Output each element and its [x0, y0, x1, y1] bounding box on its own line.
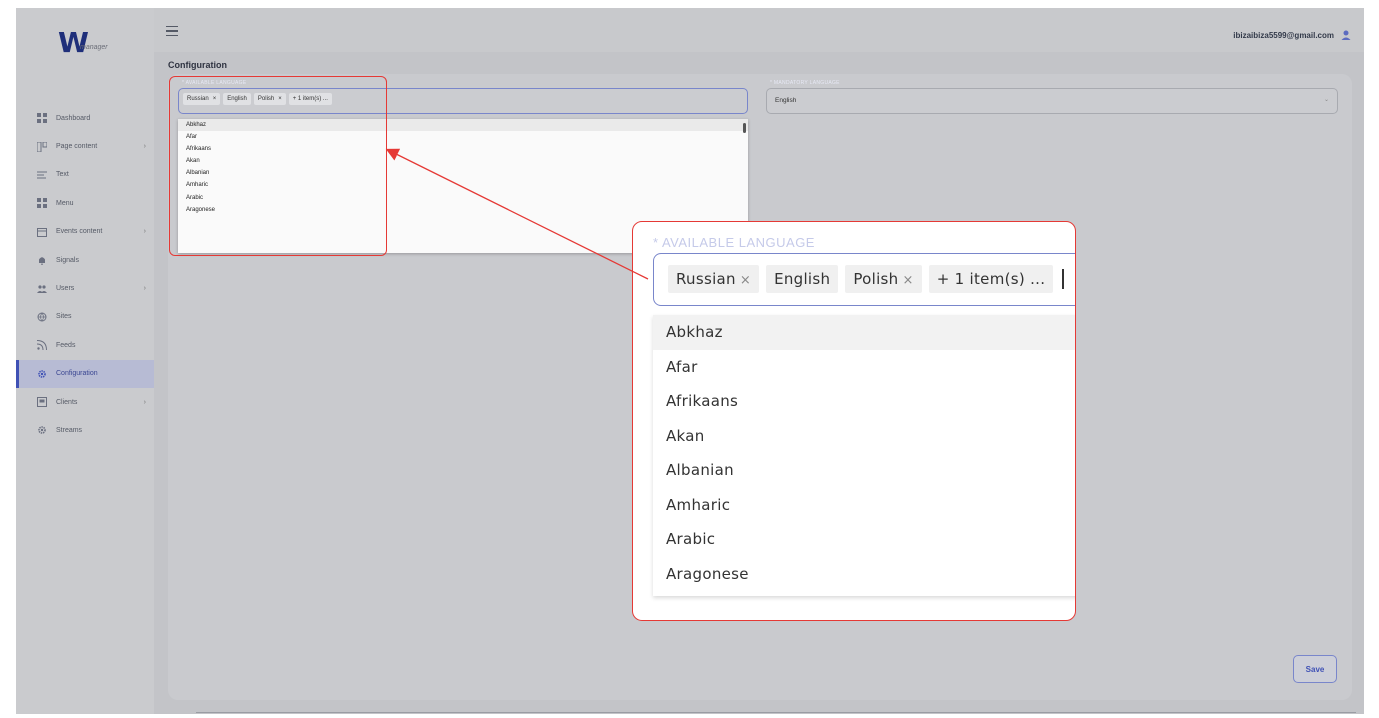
sidebar-item-label: Page content	[56, 143, 98, 151]
mandatory-language-label: * MANDATORY LANGUAGE	[770, 80, 840, 86]
sidebar-item-users[interactable]: Users ›	[16, 274, 154, 302]
globe-icon	[36, 311, 48, 323]
sidebar-item-feeds[interactable]: Feeds	[16, 331, 154, 359]
sidebar-nav: Dashboard Page content › Text Menu Events con…	[16, 104, 154, 445]
chevron-down-icon: ⌄	[1323, 97, 1329, 103]
language-option[interactable]: Aragonese	[653, 557, 1075, 592]
chevron-right-icon: ›	[143, 143, 146, 151]
sidebar-item-signals[interactable]: Signals	[16, 246, 154, 274]
sidebar-item-label: Menu	[56, 199, 74, 207]
sidebar-item-sites[interactable]: Sites	[16, 303, 154, 331]
sidebar-item-text[interactable]: Text	[16, 161, 154, 189]
language-option[interactable]: Afrikaans	[653, 384, 1075, 419]
close-icon[interactable]: ×	[740, 273, 751, 288]
zoom-available-language-label: * AVAILABLE LANGUAGE	[653, 235, 815, 250]
zoom-callout: * AVAILABLE LANGUAGE Russian × English Poli…	[632, 221, 1076, 621]
sidebar-item-configuration[interactable]: Configuration	[16, 359, 154, 389]
chevron-right-icon: ›	[143, 285, 146, 293]
save-button[interactable]: Save	[1293, 655, 1337, 683]
language-chip[interactable]: English	[766, 265, 839, 293]
language-option[interactable]: Arabic	[653, 522, 1075, 557]
users-icon	[36, 283, 48, 295]
logo-subtitle: manager	[80, 44, 108, 51]
sidebar-item-label: Clients	[56, 398, 78, 406]
zoom-language-dropdown: Abkhaz Afar Afrikaans Akan Albanian Amharic Ar…	[653, 315, 1075, 596]
menu-icon	[36, 197, 48, 209]
text-icon	[36, 169, 48, 181]
language-option[interactable]: Amharic	[653, 488, 1075, 523]
calendar-icon	[36, 226, 48, 238]
language-option[interactable]: Abkhaz	[653, 315, 1075, 350]
bottom-divider	[196, 712, 1356, 713]
sidebar-item-label: Dashboard	[56, 114, 91, 122]
gear-icon	[36, 424, 48, 436]
sidebar-item-menu[interactable]: Menu	[16, 189, 154, 217]
sidebar-item-dashboard[interactable]: Dashboard	[16, 104, 154, 132]
mandatory-language-select[interactable]: English ⌄	[766, 88, 1338, 114]
text-caret	[1062, 269, 1064, 289]
user-icon[interactable]	[1340, 28, 1352, 40]
sidebar-item-label: Configuration	[56, 370, 98, 378]
sidebar-item-streams[interactable]: Streams	[16, 416, 154, 444]
chip-label: Russian	[676, 270, 736, 288]
chevron-right-icon: ›	[143, 228, 146, 236]
page-title: Configuration	[168, 60, 227, 70]
sidebar-item-label: Signals	[56, 256, 79, 264]
language-option[interactable]: Albanian	[653, 453, 1075, 488]
language-chip[interactable]: Polish ×	[845, 265, 922, 293]
sidebar-item-label: Streams	[56, 426, 83, 434]
language-chip[interactable]: + 1 item(s) ...	[928, 265, 1054, 293]
sidebar: W manager Dashboard Page content › Text Menu…	[16, 8, 154, 714]
sidebar-item-label: Sites	[56, 313, 72, 321]
dashboard-icon	[36, 112, 48, 124]
language-option[interactable]: Akan	[653, 419, 1075, 454]
logo: W manager	[58, 26, 108, 59]
sidebar-item-page-content[interactable]: Page content ›	[16, 132, 154, 160]
chip-label: + 1 item(s) ...	[936, 270, 1046, 288]
annotation-highlight-box	[169, 76, 387, 256]
sidebar-item-label: Events content	[56, 228, 103, 236]
language-option[interactable]: Afar	[653, 350, 1075, 385]
dropdown-scrollbar[interactable]	[743, 123, 746, 133]
sidebar-item-label: Text	[56, 171, 69, 179]
hamburger-menu-icon[interactable]	[166, 26, 178, 37]
sidebar-item-label: Feeds	[56, 341, 76, 349]
chip-label: Polish	[853, 270, 899, 288]
language-chip[interactable]: Russian ×	[668, 265, 760, 293]
gear-icon	[36, 368, 48, 380]
rss-icon	[36, 339, 48, 351]
sidebar-item-clients[interactable]: Clients ›	[16, 388, 154, 416]
sidebar-item-events-content[interactable]: Events content ›	[16, 218, 154, 246]
sidebar-item-label: Users	[56, 285, 75, 293]
mandatory-language-value: English	[775, 97, 797, 104]
zoom-available-language-select[interactable]: Russian × English Polish × + 1 item(s) ...	[653, 253, 1075, 306]
chip-label: English	[774, 270, 831, 288]
page-content-icon	[36, 141, 48, 153]
bell-icon	[36, 254, 48, 266]
close-icon[interactable]: ×	[902, 273, 913, 288]
logo-letter: W	[58, 26, 89, 59]
clients-icon	[36, 396, 48, 408]
user-email[interactable]: ibizaibiza5599@gmail.com	[1233, 31, 1334, 40]
chevron-right-icon: ›	[143, 398, 146, 406]
zoom-selected-chips: Russian × English Polish × + 1 item(s) ...	[668, 265, 1064, 293]
